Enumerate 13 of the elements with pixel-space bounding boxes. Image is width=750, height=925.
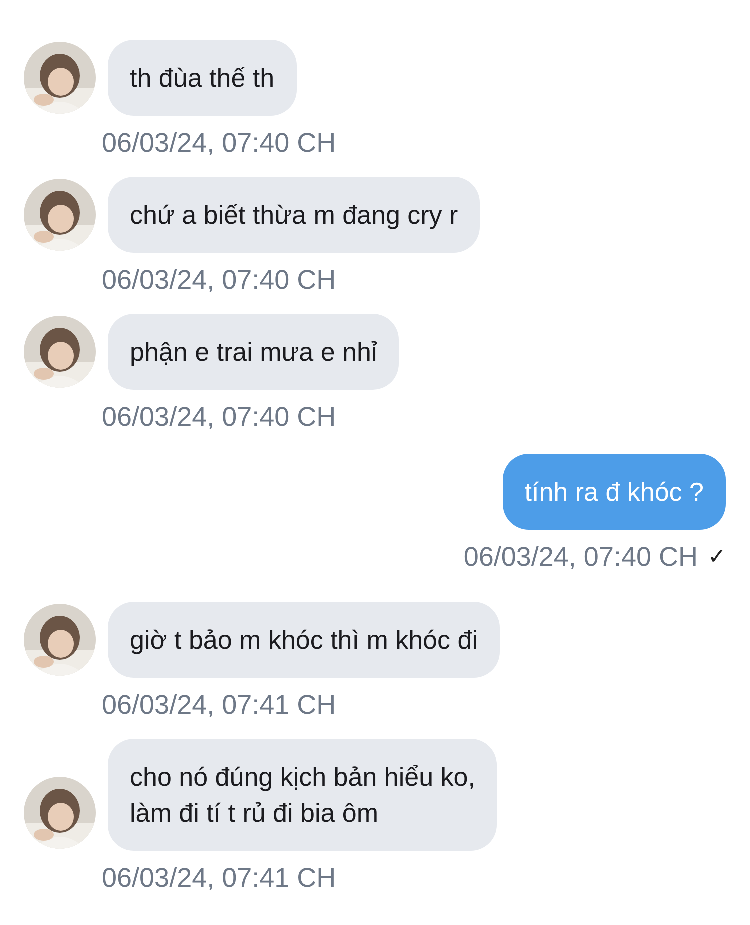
sent-check-icon: ✓ [708, 544, 726, 570]
message-bubble: giờ t bảo m khóc thì m khóc đi [108, 602, 500, 678]
message-bubble: phận e trai mưa e nhỉ [108, 314, 400, 390]
timestamp: 06/03/24, 07:40 CH [102, 401, 336, 434]
timestamp: 06/03/24, 07:40 CH [102, 264, 336, 297]
timestamp: 06/03/24, 07:40 CH [464, 541, 698, 574]
message-bubble: th đùa thế th [108, 40, 297, 116]
timestamp: 06/03/24, 07:40 CH [102, 127, 336, 160]
message-bubble: cho nó đúng kịch bản hiểu ko, làm đi tí t rủ đi bia ôm [108, 739, 498, 851]
timestamp: 06/03/24, 07:41 CH [102, 689, 336, 722]
message-bubble: chứ a biết thừa m đang cry r [108, 177, 480, 253]
timestamp: 06/03/24, 07:41 CH [102, 862, 336, 895]
message-bubble: tính ra đ khóc ? [502, 454, 726, 530]
